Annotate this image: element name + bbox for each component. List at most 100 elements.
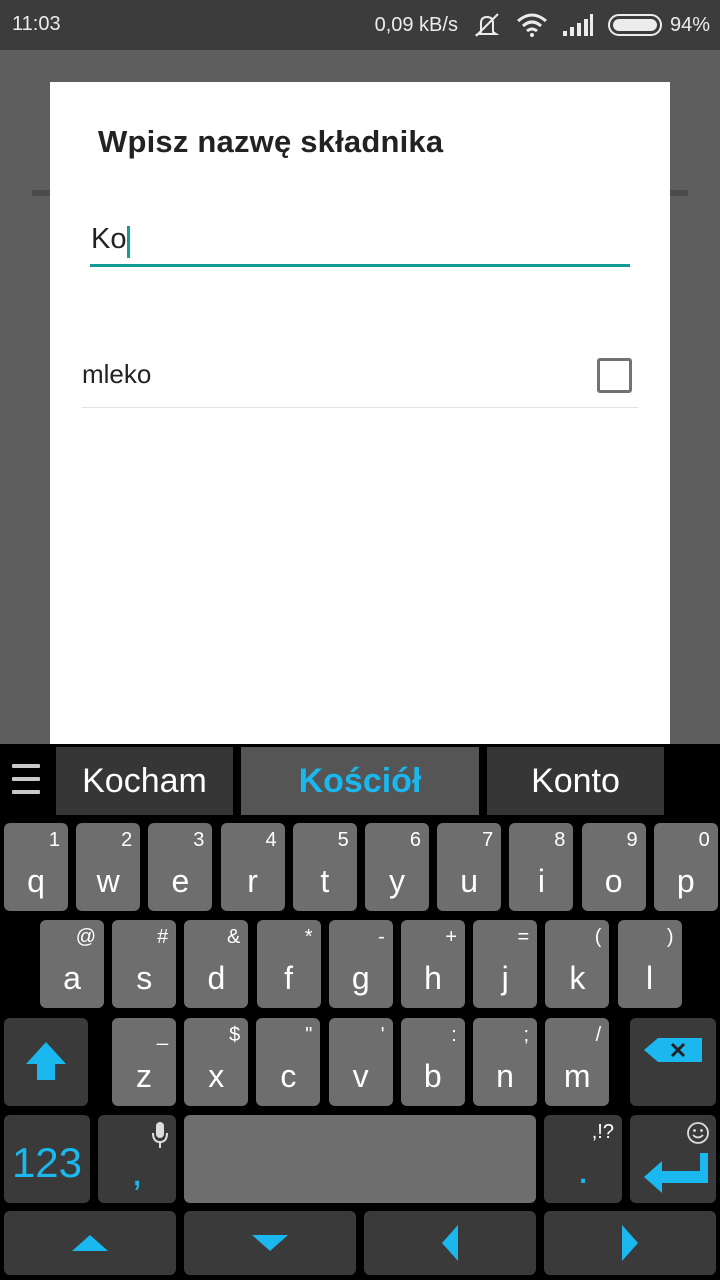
- list-item-label: mleko: [82, 359, 152, 389]
- key-s-label: s: [136, 960, 153, 996]
- key-f[interactable]: * f: [256, 920, 321, 1008]
- key-g[interactable]: -g: [328, 920, 393, 1008]
- key-q[interactable]: 1q: [4, 823, 68, 911]
- key-s-secondary: #: [157, 926, 169, 948]
- key-t-secondary: 5: [337, 829, 349, 851]
- arrow-down-icon: [252, 1235, 288, 1251]
- dialog-title: Wpisz nazwę składnika: [98, 124, 444, 159]
- key-j[interactable]: = j: [473, 920, 538, 1008]
- key-z[interactable]: _ z: [112, 1018, 176, 1106]
- enter-arrow-icon: [644, 1153, 708, 1193]
- enter-key[interactable]: [630, 1115, 716, 1203]
- backspace-key[interactable]: [630, 1018, 716, 1106]
- key-j-label: j: [501, 960, 509, 996]
- key-a-secondary: @: [75, 926, 96, 948]
- key-x[interactable]: $ x: [184, 1018, 249, 1106]
- key-s[interactable]: # s: [112, 920, 177, 1008]
- key-v[interactable]: ' v: [328, 1018, 393, 1106]
- key-j-secondary: =: [517, 926, 530, 948]
- key-e-secondary: 3: [193, 829, 205, 851]
- key-n-secondary: ;: [523, 1024, 529, 1046]
- key-y-secondary: 6: [409, 829, 421, 851]
- key-p-label: p: [676, 863, 695, 899]
- keyboard-menu-icon[interactable]: [12, 764, 40, 794]
- key-a[interactable]: @ a: [40, 920, 104, 1008]
- numbers-key[interactable]: 123: [4, 1115, 90, 1203]
- smiley-icon: [687, 1122, 709, 1144]
- key-z-label: z: [136, 1058, 152, 1094]
- key-g-secondary: -: [378, 926, 385, 948]
- cursor-right-key[interactable]: [544, 1211, 716, 1275]
- period-key-label: .: [577, 1148, 589, 1192]
- key-q-secondary: 1: [48, 829, 60, 851]
- key-d-label: d: [207, 960, 226, 996]
- cursor-down-key[interactable]: [184, 1211, 356, 1275]
- key-w-secondary: 2: [121, 829, 133, 851]
- period-key[interactable]: ,!? .: [544, 1115, 622, 1203]
- key-k-label: k: [569, 960, 586, 996]
- ingredient-dialog: Wpisz nazwę składnika Ko mleko: [50, 82, 670, 744]
- key-r[interactable]: 4r: [220, 823, 285, 911]
- key-e[interactable]: 3e: [148, 823, 213, 911]
- key-r-secondary: 4: [265, 829, 277, 851]
- signal-icon: [562, 14, 593, 36]
- suggestion-center[interactable]: Kościół: [241, 747, 479, 815]
- suggestion-right[interactable]: Konto: [487, 747, 664, 815]
- arrow-left-icon: [442, 1225, 458, 1261]
- arrow-up-icon: [72, 1235, 108, 1251]
- key-i-secondary: 8: [554, 829, 566, 851]
- key-u[interactable]: 7u: [437, 823, 502, 911]
- key-w[interactable]: 2w: [76, 823, 141, 911]
- space-key[interactable]: [184, 1115, 536, 1203]
- battery-icon: [607, 14, 662, 36]
- key-i[interactable]: 8i: [509, 823, 574, 911]
- key-b-label: b: [423, 1058, 442, 1094]
- battery-percent: 94%: [669, 13, 710, 36]
- key-u-label: u: [460, 863, 479, 899]
- key-k[interactable]: (k: [545, 920, 610, 1008]
- network-speed: 0,09 kB/s: [374, 13, 458, 36]
- cursor-left-key[interactable]: [364, 1211, 536, 1275]
- suggestion-left[interactable]: Kocham: [56, 747, 233, 815]
- key-r-label: r: [247, 863, 258, 899]
- key-f-secondary: *: [304, 926, 313, 948]
- input-value[interactable]: Ko: [90, 223, 126, 255]
- key-l-secondary: ): [666, 926, 674, 948]
- list-item-checkbox[interactable]: [597, 358, 632, 393]
- key-g-label: g: [351, 960, 370, 996]
- microphone-icon: [152, 1122, 168, 1148]
- backspace-icon: [644, 1038, 702, 1062]
- key-b[interactable]: :b: [400, 1018, 465, 1106]
- wifi-icon: [516, 13, 547, 37]
- key-m[interactable]: / m: [545, 1018, 610, 1106]
- key-z-secondary: _: [156, 1024, 168, 1046]
- key-n[interactable]: ; n: [473, 1018, 537, 1106]
- key-d[interactable]: & d: [184, 920, 249, 1008]
- shift-arrow-icon: [26, 1042, 66, 1080]
- cursor-up-key[interactable]: [4, 1211, 176, 1275]
- key-v-label: v: [352, 1058, 369, 1094]
- soft-keyboard: Kocham Kościół Konto 1q2w3e4r5t6y7u8i9o0…: [0, 744, 720, 1280]
- key-p[interactable]: 0p: [653, 823, 718, 911]
- shift-key[interactable]: [4, 1018, 88, 1106]
- key-h[interactable]: + h: [401, 920, 465, 1008]
- list-item[interactable]: mleko: [82, 344, 638, 408]
- key-e-label: e: [171, 863, 190, 899]
- key-y-label: y: [389, 863, 405, 899]
- key-b-secondary: :: [451, 1024, 457, 1046]
- key-o[interactable]: 9o: [581, 823, 646, 911]
- key-t[interactable]: 5t: [292, 823, 357, 911]
- comma-key[interactable]: ,: [98, 1115, 176, 1203]
- key-c-secondary: ": [305, 1024, 313, 1046]
- text-caret: [127, 225, 131, 258]
- ingredient-name-input[interactable]: Ko: [90, 215, 630, 267]
- key-d-secondary: &: [227, 926, 241, 948]
- key-l[interactable]: ) l: [617, 920, 682, 1008]
- key-m-secondary: /: [595, 1024, 602, 1046]
- comma-key-label: ,: [131, 1150, 143, 1194]
- status-icons: 0,09 kB/s 94%: [375, 12, 710, 38]
- key-c[interactable]: " c: [256, 1018, 321, 1106]
- key-n-label: n: [496, 1058, 514, 1094]
- key-v-secondary: ': [380, 1024, 385, 1046]
- key-y[interactable]: 6y: [365, 823, 429, 911]
